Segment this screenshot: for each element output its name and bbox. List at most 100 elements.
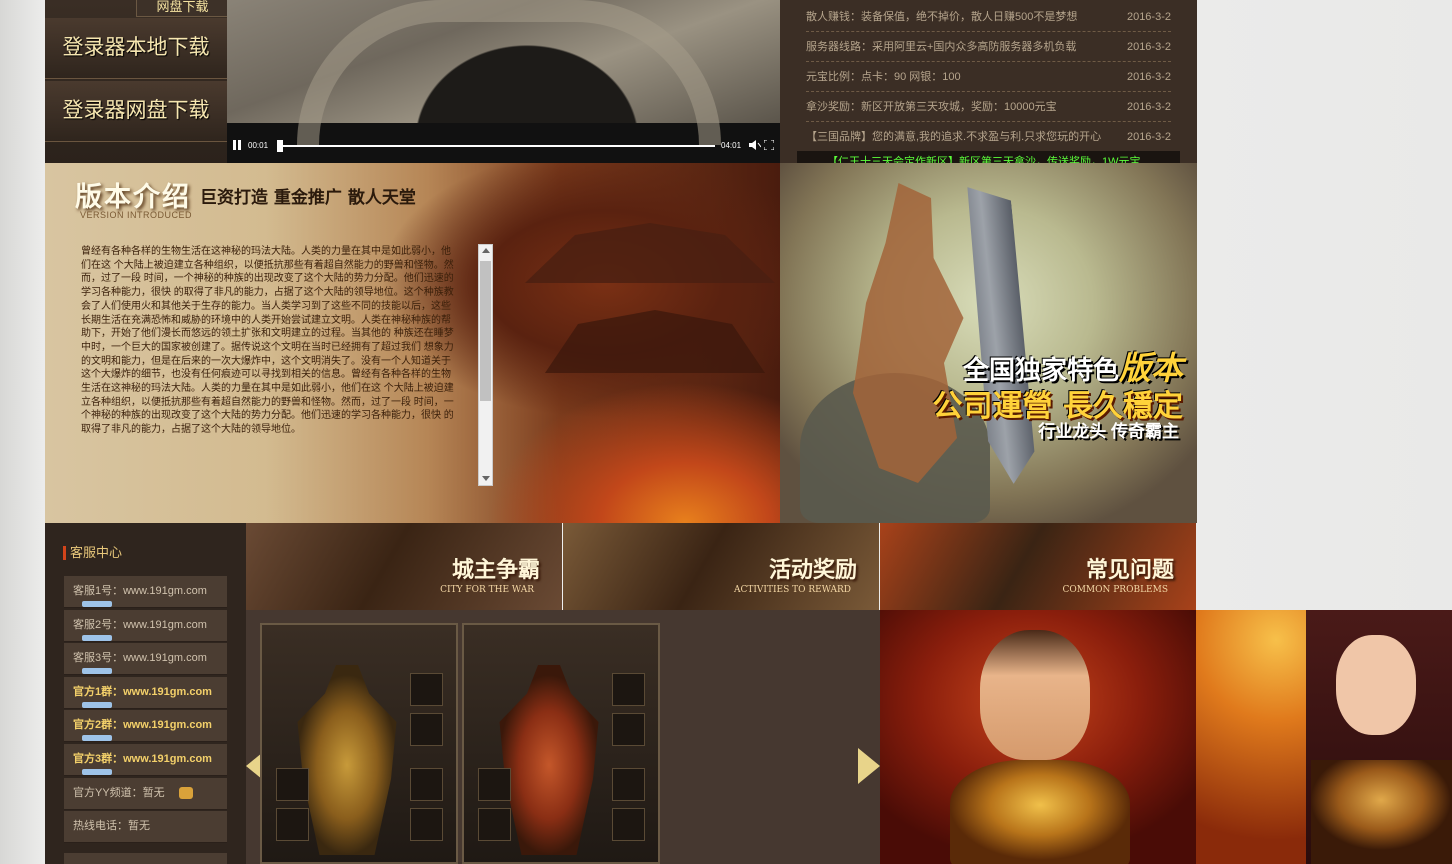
tile-subtitle-en: ACTIVITIES TO REWARD [733, 585, 851, 595]
palace-decor [525, 223, 775, 283]
video-controls: 00:01 04:01 [227, 137, 780, 155]
service-contact-item[interactable]: 官方1群：www.191gm.com [64, 676, 227, 709]
service-contact-label: 官方1群：www.191gm.com [73, 685, 212, 698]
video-total-time: 04:01 [721, 141, 742, 150]
news-item[interactable]: 服务器线路：采用阿里云+国内众多高防服务器多机负载 2016-3-2 [806, 32, 1171, 62]
news-panel: 散人赚钱：装备保值，绝不掉价，散人日赚500不是梦想 2016-3-2 服务器线路：… [780, 0, 1197, 163]
cloud-download-tab[interactable]: 网盘下载 [136, 0, 228, 17]
intro-title-en: VERSION INTRODUCED [80, 210, 193, 220]
service-contact-label: 客服1号：www.191gm.com [73, 585, 207, 597]
bracelet-slot [478, 768, 511, 801]
qq-chat-icon[interactable] [82, 769, 112, 775]
equipment-slider [246, 610, 880, 864]
promo-tagline: 行业龙头 传奇霸主 [1038, 422, 1179, 441]
tile-subtitle-en: CITY FOR THE WAR [440, 585, 534, 595]
local-download-button[interactable]: 登录器本地下载 [45, 18, 227, 79]
necklace-slot [612, 673, 645, 706]
volume-icon[interactable] [749, 140, 761, 150]
qq-chat-icon[interactable] [82, 601, 112, 607]
news-marquee[interactable]: 【仁王十三天会定作新区】新区第三天拿沙，传送奖励，1W元宝 [797, 151, 1180, 163]
ring-slot [410, 808, 443, 841]
necklace-slot [410, 673, 443, 706]
news-title[interactable]: 服务器线路：采用阿里云+国内众多高防服务器多机负载 [806, 32, 1106, 62]
ring-slot [612, 808, 645, 841]
weapon-slot [612, 713, 645, 746]
news-date: 2016-3-2 [1126, 71, 1171, 83]
ring-slot [478, 808, 511, 841]
next-panel-header [64, 853, 227, 864]
news-date: 2016-3-2 [1126, 131, 1171, 143]
news-title[interactable]: 【三国品牌】您的满意,我的追求.不求盈与利.只求您玩的开心 [806, 122, 1106, 152]
video-current-time: 00:01 [248, 141, 269, 150]
news-item[interactable]: 【三国品牌】您的满意,我的追求.不求盈与利.只求您玩的开心 2016-3-2 [806, 122, 1171, 152]
tile-title: 城主争霸 [451, 557, 540, 583]
marquee-text: 【仁王十三天会定作新区】新区第三天拿沙，传送奖励，1W元宝 [827, 156, 1141, 163]
service-contact-label: 客服2号：www.191gm.com [73, 618, 207, 631]
tile-title: 活动奖励 [768, 557, 857, 583]
qq-chat-icon[interactable] [82, 735, 112, 742]
scroll-up-arrow-icon[interactable] [482, 248, 490, 253]
service-contact-item[interactable]: 官方3群：www.191gm.com [64, 744, 227, 776]
feature-tile[interactable]: 活动奖励 ACTIVITIES TO REWARD [563, 523, 879, 610]
news-title[interactable]: 元宝比例：点卡：90 网银：100 [806, 62, 1106, 92]
feature-tile[interactable]: 城主争霸 CITY FOR THE WAR [246, 523, 562, 610]
bracelet-slot [410, 768, 443, 801]
equipment-card[interactable] [462, 623, 660, 864]
heroine-face [1336, 635, 1416, 735]
news-date: 2016-3-2 [1126, 11, 1171, 23]
intro-scrollbar[interactable] [478, 244, 493, 486]
bracelet-slot [612, 768, 645, 801]
seek-bar[interactable] [279, 145, 715, 147]
equipment-card[interactable] [260, 623, 458, 864]
service-contact-item[interactable]: 客服1号：www.191gm.com [64, 576, 227, 608]
feature-tiles: 城主争霸 CITY FOR THE WAR 活动奖励 ACTIVITIES TO RE… [246, 523, 1197, 610]
service-contact-item[interactable]: 官方2群：www.191gm.com [64, 710, 227, 743]
female-hero-artwork [1196, 610, 1452, 864]
news-title[interactable]: 拿沙奖励：新区开放第三天攻城，奖励：10000元宝 [806, 92, 1106, 122]
customer-service-panel: 客服中心 客服1号：www.191gm.com 客服2号：www.191gm.co… [45, 523, 246, 864]
news-item[interactable]: 散人赚钱：装备保值，绝不掉价，散人日赚500不是梦想 2016-3-2 [806, 2, 1171, 32]
golden-beast-mask [950, 760, 1130, 864]
intro-title: 版本介绍 [75, 182, 191, 213]
video-player[interactable]: 00:01 04:01 [227, 0, 780, 163]
hero-face [980, 630, 1090, 760]
service-contact-item[interactable]: 官方YY频道：暂无 [64, 777, 227, 810]
qq-chat-icon[interactable] [82, 634, 112, 641]
yy-icon[interactable] [178, 786, 193, 799]
scroll-down-arrow-icon[interactable] [482, 476, 490, 481]
service-contact-label: 客服3号：www.191gm.com [73, 652, 207, 665]
scroll-thumb[interactable] [480, 261, 491, 401]
service-contact-label: 热线电话：暂无 [73, 820, 150, 833]
bracelet-slot [276, 768, 309, 801]
service-contact-item[interactable]: 客服2号：www.191gm.com [64, 609, 227, 642]
pause-icon[interactable] [232, 140, 242, 150]
weapon-slot [410, 713, 443, 746]
ring-slot [276, 808, 309, 841]
fullscreen-icon[interactable] [764, 140, 774, 150]
news-item[interactable]: 元宝比例：点卡：90 网银：100 2016-3-2 [806, 62, 1171, 92]
tile-title: 常见问题 [1085, 557, 1174, 583]
heroine-armor [1311, 760, 1452, 864]
service-title: 客服中心 [63, 546, 122, 560]
news-date: 2016-3-2 [1126, 41, 1171, 53]
palace-decor [545, 310, 765, 373]
news-item[interactable]: 拿沙奖励：新区开放第三天攻城，奖励：10000元宝 2016-3-2 [806, 92, 1171, 122]
service-contact-label: 官方YY频道：暂无 [73, 786, 165, 799]
intro-text-box[interactable]: 曾经有各种各样的生物生活在这神秘的玛法大陆。人类的力量在其中是如此弱小，他们在这… [81, 245, 454, 485]
version-intro-panel: 版本介绍 巨资打造 重金推广 散人天堂 VERSION INTRODUCED 曾… [45, 163, 780, 523]
slider-next-arrow-icon[interactable] [858, 748, 880, 784]
promo-banner[interactable]: 全国独家特色版本 公司運營 長久穩定 行业龙头 传奇霸主 [780, 163, 1197, 523]
intro-subtitle: 巨资打造 重金推广 散人天堂 [200, 188, 416, 208]
tile-subtitle-en: COMMON PROBLEMS [1062, 585, 1168, 595]
cloud-download-button[interactable]: 登录器网盘下载 [45, 81, 227, 142]
service-contact-item[interactable]: 热线电话：暂无 [64, 811, 227, 844]
service-contact-item[interactable]: 客服3号：www.191gm.com [64, 643, 227, 676]
news-title[interactable]: 散人赚钱：装备保值，绝不掉价，散人日赚500不是梦想 [806, 2, 1106, 32]
service-contact-label: 官方3群：www.191gm.com [73, 753, 212, 765]
intro-text: 曾经有各种各样的生物生活在这神秘的玛法大陆。人类的力量在其中是如此弱小，他们在这… [81, 246, 454, 436]
qq-chat-icon[interactable] [82, 668, 112, 675]
news-date: 2016-3-2 [1126, 101, 1171, 113]
feature-tile[interactable]: 常见问题 COMMON PROBLEMS [880, 523, 1196, 610]
male-hero-artwork [880, 610, 1196, 864]
qq-chat-icon[interactable] [82, 701, 112, 708]
